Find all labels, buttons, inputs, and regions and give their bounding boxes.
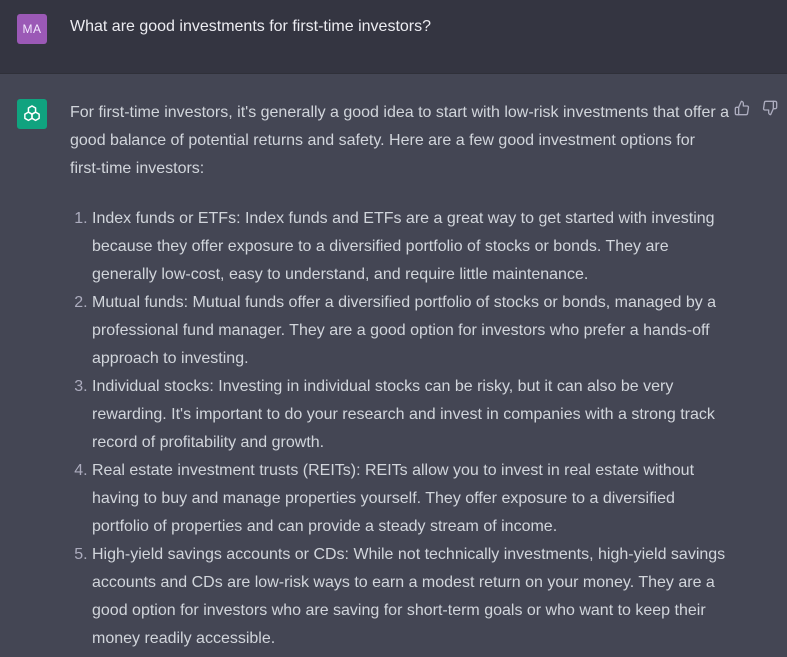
list-item: Mutual funds: Mutual funds offer a diver… xyxy=(92,289,730,373)
list-item: Individual stocks: Investing in individu… xyxy=(92,373,730,457)
thumbs-up-icon[interactable] xyxy=(734,100,750,116)
investment-options-list: Index funds or ETFs: Index funds and ETF… xyxy=(70,205,730,653)
user-avatar: MA xyxy=(17,14,47,44)
list-item: High-yield savings accounts or CDs: Whil… xyxy=(92,541,730,653)
openai-logo-icon xyxy=(17,99,47,129)
user-message-row: MA What are good investments for first-t… xyxy=(0,0,787,74)
list-item: Index funds or ETFs: Index funds and ETF… xyxy=(92,205,730,289)
thumbs-down-icon[interactable] xyxy=(762,100,778,116)
user-message-text: What are good investments for first-time… xyxy=(70,18,432,35)
assistant-answer: For first-time investors, it's generally… xyxy=(70,99,730,653)
list-item: Real estate investment trusts (REITs): R… xyxy=(92,457,730,541)
answer-intro: For first-time investors, it's generally… xyxy=(70,104,730,177)
feedback-controls xyxy=(734,100,778,116)
assistant-message-row: For first-time investors, it's generally… xyxy=(0,74,787,657)
